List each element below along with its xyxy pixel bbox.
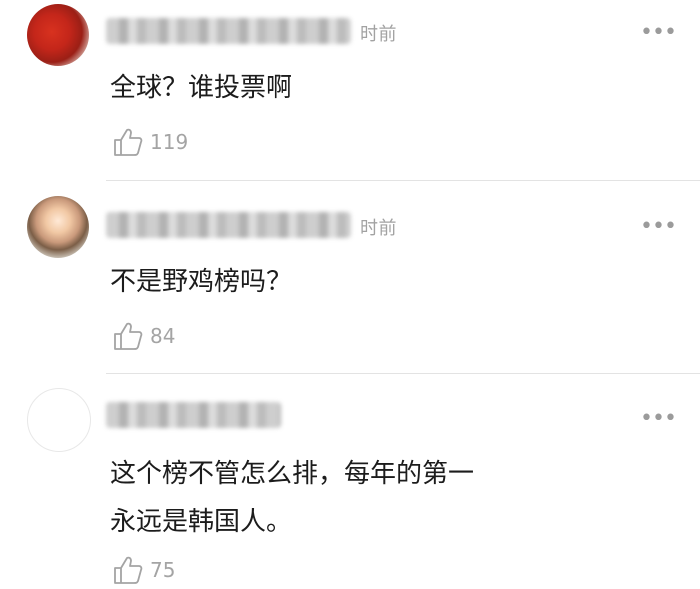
comment-time: 时前 — [360, 24, 397, 45]
divider — [106, 373, 700, 374]
comment-time: 时前 — [360, 218, 397, 239]
username-blurred[interactable] — [106, 212, 351, 238]
like-button[interactable]: 84 — [112, 320, 175, 352]
avatar[interactable] — [27, 388, 91, 452]
like-button[interactable]: 75 — [112, 554, 175, 586]
username-blurred[interactable] — [106, 402, 281, 428]
thumbs-up-icon — [112, 554, 150, 586]
username-blurred[interactable] — [106, 18, 351, 44]
thumbs-up-icon — [112, 126, 150, 158]
like-count: 84 — [150, 324, 176, 348]
like-count: 119 — [150, 130, 189, 154]
divider — [106, 180, 700, 181]
comment-text: 这个榜不管怎么排，每年的第一永远是韩国人。 — [110, 459, 475, 537]
avatar[interactable] — [27, 196, 89, 258]
thumbs-up-icon — [112, 320, 150, 352]
avatar[interactable] — [27, 4, 89, 66]
like-button[interactable]: 119 — [112, 126, 188, 158]
more-options-button[interactable]: ••• — [640, 216, 677, 238]
comment-text: 全球？谁投票啊 — [110, 73, 293, 103]
more-options-button[interactable]: ••• — [640, 408, 677, 430]
comment-text: 不是野鸡榜吗？ — [110, 267, 293, 297]
like-count: 75 — [150, 558, 176, 582]
more-options-button[interactable]: ••• — [640, 22, 677, 44]
